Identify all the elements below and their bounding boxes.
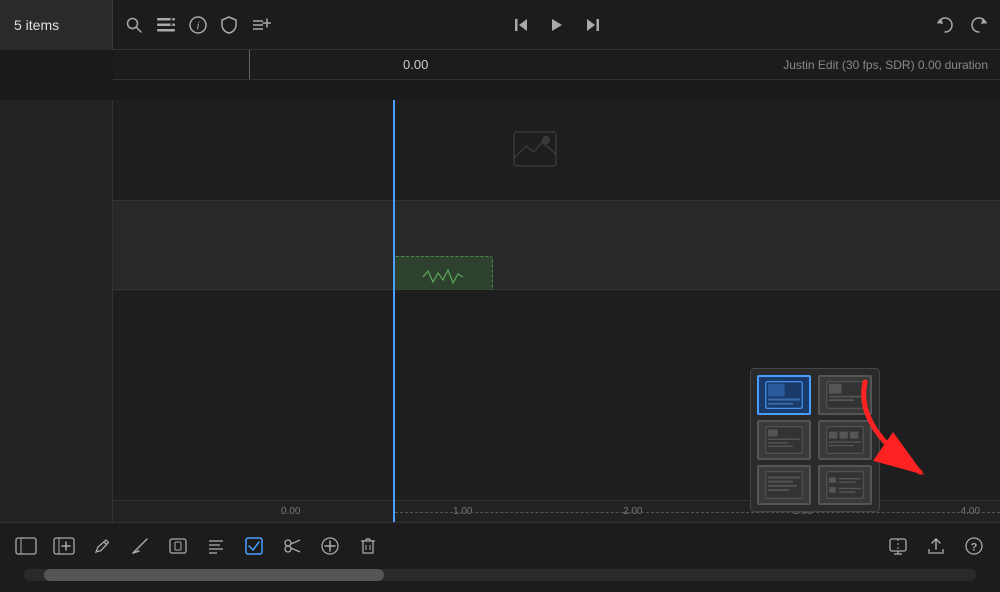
list-icon[interactable] [157, 18, 175, 32]
scrollbar-area [0, 569, 1000, 587]
info-icon[interactable]: i [189, 16, 207, 34]
ruler-mark-0: 0.00 [281, 506, 300, 517]
thumb-medium[interactable] [818, 375, 872, 415]
scissors-icon[interactable] [278, 532, 306, 560]
upper-track [113, 100, 1000, 200]
help-icon[interactable]: ? [960, 532, 988, 560]
export-icon[interactable] [922, 532, 950, 560]
title-icon[interactable] [202, 532, 230, 560]
pen-icon[interactable] [88, 532, 116, 560]
add-tracks-icon[interactable] [251, 17, 271, 33]
svg-text:i: i [197, 20, 200, 32]
thumb-text-only[interactable] [757, 465, 811, 505]
checkbox-icon[interactable] [240, 532, 268, 560]
transform-icon[interactable] [164, 532, 192, 560]
rewind-to-start-icon[interactable] [513, 17, 529, 33]
top-toolbar: i [113, 0, 1000, 50]
edit-info-label: Justin Edit (30 fps, SDR) 0.00 duration [783, 58, 988, 72]
thumb-compact[interactable] [818, 465, 872, 505]
ruler-dotted [395, 512, 1000, 513]
toolbar-left-group: i [125, 16, 271, 34]
toolbar-right-group [936, 17, 988, 33]
add-clip-icon[interactable] [50, 532, 78, 560]
svg-text:?: ? [971, 542, 978, 554]
items-count-label: 5 items [14, 17, 59, 33]
bottom-tools-row: ? [0, 523, 1000, 569]
undo-icon[interactable] [936, 17, 954, 33]
plus-circle-icon[interactable] [316, 532, 344, 560]
skip-to-end-icon[interactable] [585, 17, 601, 33]
monitor-view-icon[interactable] [884, 532, 912, 560]
timecode-bar: 0.00 Justin Edit (30 fps, SDR) 0.00 dura… [113, 50, 1000, 80]
thumb-filmstrip[interactable] [818, 420, 872, 460]
shield-icon[interactable] [221, 16, 237, 34]
position-marker [249, 50, 250, 79]
timecode-display: 0.00 [403, 57, 428, 72]
thumb-large-active[interactable] [757, 375, 811, 415]
redo-icon[interactable] [970, 17, 988, 33]
clip-trim-icon[interactable] [12, 532, 40, 560]
track-labels-panel [0, 100, 113, 522]
scrollbar-thumb[interactable] [44, 569, 384, 581]
bottom-toolbar: ? [0, 522, 1000, 592]
horizontal-scrollbar[interactable] [24, 569, 976, 581]
thumb-small[interactable] [757, 420, 811, 460]
trash-icon[interactable] [354, 532, 382, 560]
lower-track [113, 290, 1000, 380]
play-icon[interactable] [549, 17, 565, 33]
transport-controls [513, 17, 601, 33]
items-count-bar: 5 items [0, 0, 113, 50]
ghost-placeholder-icon [512, 130, 558, 177]
middle-track [113, 200, 1000, 290]
thumbnail-popup[interactable] [750, 368, 880, 512]
blade-icon[interactable] [126, 532, 154, 560]
search-icon[interactable] [125, 16, 143, 34]
